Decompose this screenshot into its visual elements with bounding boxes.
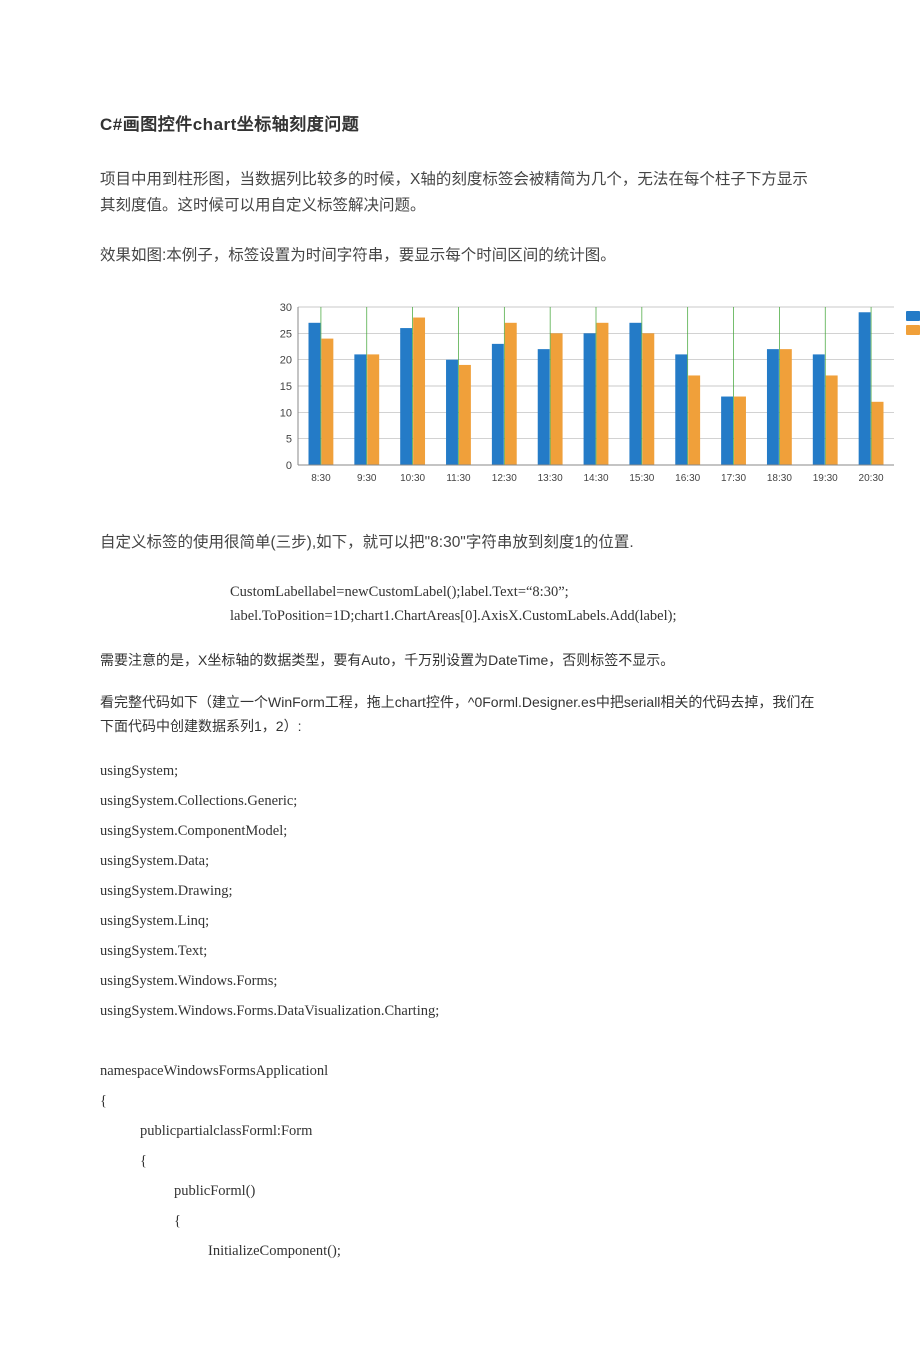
- paragraph-1: 项目中用到柱形图，当数据列比较多的时候，X轴的刻度标签会被精简为几个，无法在每个…: [100, 167, 820, 219]
- bar-Series1-7: [629, 323, 641, 465]
- paragraph-2: 效果如图:本例子，标签设置为时间字符串，要显示每个时间区间的统计图。: [100, 243, 820, 269]
- para3-prefix: 自定义标签的使用很简单(三步),如下，就可以把: [100, 534, 425, 551]
- bar-Series1-0: [309, 323, 321, 465]
- code2-line-10: namespaceWindowsFormsApplicationl: [100, 1056, 820, 1086]
- svg-text:11:30: 11:30: [446, 473, 471, 484]
- bar-Series1-11: [813, 354, 825, 465]
- code2-line-12: publicpartialclassForml:Form: [100, 1116, 820, 1146]
- bar-Series1-2: [400, 328, 412, 465]
- bar-Series2-10: [780, 349, 792, 465]
- code2-line-7: usingSystem.Windows.Forms;: [100, 966, 820, 996]
- paragraph-4: 需要注意的是，X坐标轴的数据类型，要有Auto，千万别设置为DateTime，否…: [100, 648, 820, 672]
- code2-line-1: usingSystem.Collections.Generic;: [100, 786, 820, 816]
- chart-legend: [906, 311, 920, 335]
- bar-Series1-4: [492, 344, 504, 465]
- svg-text:15:30: 15:30: [629, 473, 654, 484]
- svg-text:17:30: 17:30: [721, 473, 746, 484]
- svg-text:8:30: 8:30: [311, 473, 331, 484]
- bar-Series2-3: [459, 365, 471, 465]
- document-page: C#画图控件chart坐标轴刻度问题 项目中用到柱形图，当数据列比较多的时候，X…: [0, 0, 920, 1346]
- code2-line-0: usingSystem;: [100, 756, 820, 786]
- bar-Series1-1: [354, 354, 366, 465]
- legend-swatch-series2: [906, 325, 920, 335]
- bar-Series2-4: [505, 323, 517, 465]
- paragraph-3: 自定义标签的使用很简单(三步),如下，就可以把"8:30"字符串放到刻度1的位置…: [100, 530, 820, 556]
- code2-line-4: usingSystem.Drawing;: [100, 876, 820, 906]
- code2-line-14: publicForml(): [100, 1176, 820, 1206]
- bar-Series1-10: [767, 349, 779, 465]
- bar-Series1-5: [538, 349, 550, 465]
- bar-Series2-5: [551, 333, 563, 465]
- code2-line-2: usingSystem.ComponentModel;: [100, 816, 820, 846]
- bar-Series1-8: [675, 354, 687, 465]
- para3-quote: "8:30": [425, 534, 466, 551]
- code-snippet-1: CustomLabellabel=newCustomLabel();label.…: [230, 580, 820, 628]
- code2-line-5: usingSystem.Linq;: [100, 906, 820, 936]
- bar-Series1-9: [721, 397, 733, 465]
- svg-text:25: 25: [280, 328, 292, 340]
- code2-line-8: usingSystem.Windows.Forms.DataVisualizat…: [100, 996, 820, 1026]
- svg-text:13:30: 13:30: [538, 473, 563, 484]
- code2-line-13: {: [100, 1146, 820, 1176]
- svg-text:19:30: 19:30: [813, 473, 838, 484]
- bar-Series1-12: [859, 312, 871, 465]
- svg-text:14:30: 14:30: [583, 473, 608, 484]
- svg-text:10: 10: [280, 407, 292, 419]
- svg-text:20:30: 20:30: [859, 473, 884, 484]
- code2-line-16: InitializeComponent();: [100, 1236, 820, 1266]
- svg-text:12:30: 12:30: [492, 473, 517, 484]
- code2-line-9: [100, 1026, 820, 1056]
- code2-line-11: {: [100, 1086, 820, 1116]
- bar-Series2-8: [688, 375, 700, 465]
- bar-chart: 0 5 10 15 20 25 30 8:30 9:30 10:30 11:30 12:30 13:30…: [258, 293, 898, 493]
- code2-line-15: {: [100, 1206, 820, 1236]
- svg-text:15: 15: [280, 381, 292, 393]
- bar-Series2-2: [413, 318, 425, 465]
- bar-Series2-1: [367, 354, 379, 465]
- chart-container: 0 5 10 15 20 25 30 8:30 9:30 10:30 11:30 12:30 13:30…: [258, 293, 898, 498]
- code1-line1: CustomLabellabel=newCustomLabel();label.…: [230, 580, 820, 604]
- code2-line-6: usingSystem.Text;: [100, 936, 820, 966]
- page-title: C#画图控件chart坐标轴刻度问题: [100, 110, 820, 135]
- svg-text:5: 5: [286, 434, 292, 446]
- legend-swatch-series1: [906, 311, 920, 321]
- bar-Series2-0: [321, 339, 333, 465]
- svg-text:20: 20: [280, 355, 292, 367]
- svg-text:10:30: 10:30: [400, 473, 425, 484]
- svg-text:0: 0: [286, 460, 292, 472]
- paragraph-5: 看完整代码如下（建立一个WinForm工程，拖上chart控件，^0Forml.…: [100, 690, 820, 738]
- code2-line-3: usingSystem.Data;: [100, 846, 820, 876]
- code-listing-2: usingSystem;usingSystem.Collections.Gene…: [100, 756, 820, 1266]
- svg-text:30: 30: [280, 302, 292, 314]
- code1-line2: label.ToPosition=1D;chart1.ChartAreas[0]…: [230, 604, 820, 628]
- bar-Series2-7: [642, 333, 654, 465]
- svg-text:16:30: 16:30: [675, 473, 700, 484]
- bar-Series1-6: [584, 333, 596, 465]
- bar-Series2-9: [734, 397, 746, 465]
- svg-text:9:30: 9:30: [357, 473, 377, 484]
- svg-text:18:30: 18:30: [767, 473, 792, 484]
- bar-Series1-3: [446, 360, 458, 465]
- para3-suffix: 字符串放到刻度1的位置.: [466, 534, 634, 551]
- bar-Series2-11: [826, 375, 838, 465]
- bar-Series2-6: [597, 323, 609, 465]
- bar-Series2-12: [872, 402, 884, 465]
